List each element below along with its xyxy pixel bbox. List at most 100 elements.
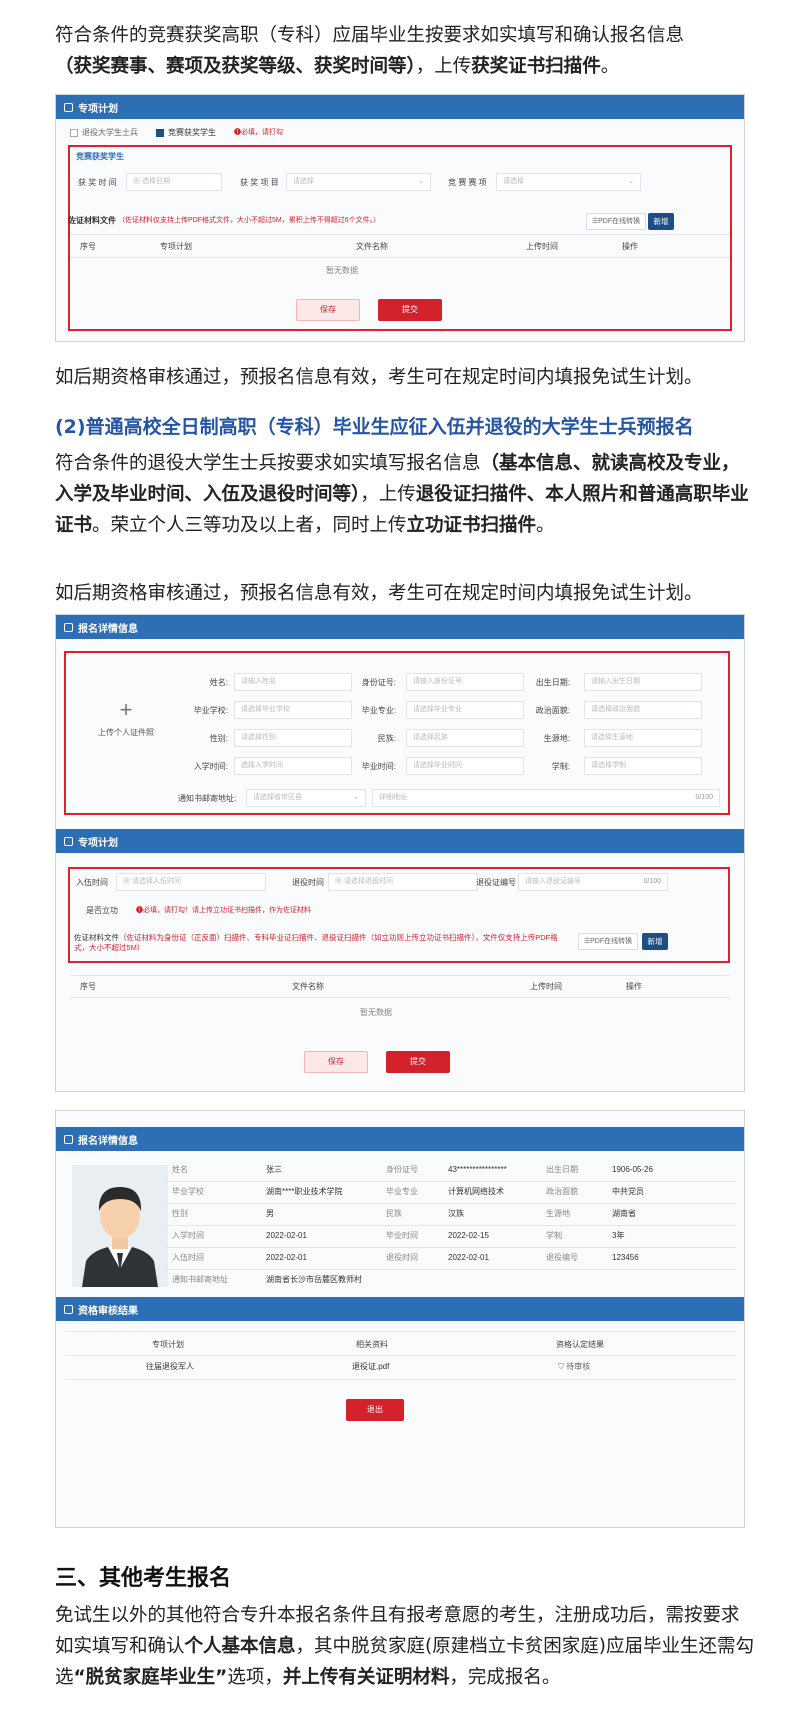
row-result-text: 待审核 bbox=[566, 1362, 591, 1371]
col-filename: 文件名称 bbox=[292, 982, 324, 991]
empty-text: 暂无数据 bbox=[326, 266, 358, 275]
checkbox-checked-icon[interactable] bbox=[156, 128, 164, 137]
retire-label: 退役时间 bbox=[292, 878, 324, 887]
form-input[interactable]: 请选择政治面貌 bbox=[584, 701, 702, 719]
detail-value: 湖南****职业技术学院 bbox=[266, 1187, 343, 1196]
after-paragraph-1: 如后期资格审核通过，预报名信息有效，考生可在规定时间内填报免试生计划。 bbox=[55, 367, 703, 388]
detail-key: 退役时间 bbox=[386, 1253, 418, 1262]
intro-line1: 符合条件的竞赛获奖高职（专科）应届毕业生按要求如实填写和确认报名信息 bbox=[55, 25, 685, 46]
required-hint: ❶必填，请打勾 bbox=[234, 129, 283, 136]
para2-b3: 立功证书扫描件 bbox=[406, 515, 537, 536]
form-input[interactable]: 请选择民族 bbox=[406, 729, 524, 747]
race-select[interactable]: 请选择 ⌄ bbox=[496, 173, 641, 191]
table-header-divider bbox=[70, 997, 730, 998]
para2-t3: 。荣立个人三等功及以上者，同时上传 bbox=[92, 515, 407, 536]
form-label: 生源地: bbox=[543, 734, 570, 743]
form-input[interactable]: 请选择生源地 bbox=[584, 729, 702, 747]
award-item-label: 获 奖 项 目 bbox=[240, 178, 279, 187]
award-time-label: 获 奖 时 间 bbox=[78, 178, 117, 187]
form-label: 入学时间: bbox=[193, 762, 228, 771]
form-input[interactable]: 请输入出生日期 bbox=[584, 673, 702, 691]
form-input[interactable]: 请选择毕业专业 bbox=[406, 701, 524, 719]
cert-input[interactable]: 请输入退役证编号 0/100 bbox=[518, 873, 668, 891]
save-button[interactable]: 保存 bbox=[296, 299, 360, 321]
detail-key: 民族 bbox=[386, 1209, 402, 1218]
form-input[interactable]: 请选择学制 bbox=[584, 757, 702, 775]
add-file-button[interactable]: 新增 bbox=[642, 933, 668, 950]
form-label: 姓名: bbox=[209, 678, 228, 687]
checkbox-veteran[interactable]: 退役大学生士兵 bbox=[70, 127, 138, 138]
col-result: 资格认定结果 bbox=[556, 1340, 604, 1349]
detail-value: 计算机网络技术 bbox=[448, 1187, 504, 1196]
form-input[interactable]: 请输入身份证号 bbox=[406, 673, 524, 691]
detail-key: 毕业学校 bbox=[172, 1187, 204, 1196]
detail-value: 张三 bbox=[266, 1165, 282, 1174]
detail-value: 湖南省 bbox=[612, 1209, 636, 1218]
form-input[interactable]: 请选择性别 bbox=[234, 729, 352, 747]
col-action: 操作 bbox=[626, 982, 642, 991]
pdf-convert-button[interactable]: ☰PDF在线转换 bbox=[578, 933, 638, 950]
chevron-down-icon: ⌄ bbox=[628, 178, 634, 185]
save-button[interactable]: 保存 bbox=[304, 1051, 368, 1073]
detail-key: 毕业专业 bbox=[386, 1187, 418, 1196]
form-placeholder: 请输入身份证号 bbox=[413, 678, 462, 685]
award-item-select[interactable]: 请选择 ⌄ bbox=[286, 173, 431, 191]
col-upload-time: 上传时间 bbox=[526, 242, 558, 251]
review-table-top bbox=[66, 1331, 736, 1332]
detail-icon bbox=[64, 1134, 73, 1144]
form-placeholder: 选择入学时间 bbox=[241, 762, 283, 769]
form-input[interactable]: 请选择毕业学校 bbox=[234, 701, 352, 719]
review-table-bottom bbox=[66, 1379, 736, 1380]
detail-key: 入伍时间 bbox=[172, 1253, 204, 1262]
enlist-input[interactable]: ▦ 请选择入伍时间 bbox=[116, 873, 266, 891]
pdf-convert-button[interactable]: ☰PDF在线转换 bbox=[586, 213, 646, 230]
form-placeholder: 请选择学制 bbox=[591, 762, 626, 769]
para3-b1: 个人基本信息 bbox=[184, 1636, 296, 1657]
para3-b3: 并上传有关证明材料 bbox=[282, 1667, 450, 1688]
photo-upload[interactable]: + 上传个人证件照 bbox=[76, 661, 176, 801]
special-plan-bar: 专项计划 bbox=[56, 829, 744, 853]
file-label: 佐证材料文件 bbox=[68, 216, 116, 225]
section-title: 竞赛获奖学生 bbox=[76, 152, 124, 161]
review-result-bar: 资格审核结果 bbox=[56, 1297, 744, 1321]
address-value: 湖南省长沙市岳麓区教师村 bbox=[266, 1275, 362, 1284]
detail-key: 入学时间 bbox=[172, 1231, 204, 1240]
form-label: 毕业学校: bbox=[193, 706, 228, 715]
form-input[interactable]: 请选择毕业时间 bbox=[406, 757, 524, 775]
form-placeholder: 请选择生源地 bbox=[591, 734, 633, 741]
award-time-input[interactable]: ▦ 选择日期 bbox=[126, 173, 222, 191]
address-detail-ph: 详细地址 bbox=[379, 794, 407, 801]
col-material: 相关资料 bbox=[356, 1340, 388, 1349]
add-file-button[interactable]: 新增 bbox=[648, 213, 674, 230]
address-select[interactable]: 请选择省市区县 ⌄ bbox=[246, 789, 366, 807]
checkbox-icon[interactable] bbox=[70, 128, 78, 137]
address-detail-input[interactable]: 详细地址 0/100 bbox=[372, 789, 720, 807]
form-placeholder: 请选择毕业学校 bbox=[241, 706, 290, 713]
submit-button[interactable]: 提交 bbox=[378, 299, 442, 321]
intro-bold2: 获奖证书扫描件 bbox=[471, 56, 601, 77]
form-input[interactable]: 选择入学时间 bbox=[234, 757, 352, 775]
detail-info-bar: 报名详情信息 bbox=[56, 1127, 744, 1151]
detail-key: 退役编号 bbox=[546, 1253, 578, 1262]
race-ph: 请选择 bbox=[503, 178, 524, 185]
detail-key: 出生日期 bbox=[546, 1165, 578, 1174]
form-label: 身份证号: bbox=[361, 678, 396, 687]
address-label: 通知书邮寄地址: bbox=[178, 794, 237, 803]
file-label: 佐证材料文件 bbox=[74, 933, 119, 942]
cert-count: 0/100 bbox=[643, 878, 661, 885]
exit-button[interactable]: 退出 bbox=[346, 1399, 404, 1421]
checkbox-competition[interactable]: 竞赛获奖学生 bbox=[156, 127, 216, 138]
detail-value: 3年 bbox=[612, 1231, 625, 1240]
submit-button[interactable]: 提交 bbox=[386, 1051, 450, 1073]
row-material-link[interactable]: 退役证.pdf bbox=[352, 1356, 389, 1378]
form-label: 性别: bbox=[209, 734, 228, 743]
cert-ph: 请输入退役证编号 bbox=[525, 878, 581, 885]
detail-value: 123456 bbox=[612, 1253, 639, 1262]
retire-input[interactable]: ▦ 请选择退役时间 bbox=[328, 873, 478, 891]
intro-paragraph: 符合条件的竞赛获奖高职（专科）应届毕业生按要求如实填写和确认报名信息 （获奖赛事… bbox=[55, 20, 755, 82]
para2-t1: 符合条件的退役大学生士兵按要求如实填写报名信息 bbox=[55, 453, 481, 474]
detail-key: 身份证号 bbox=[386, 1165, 418, 1174]
para3-t4: ，完成报名。 bbox=[449, 1667, 561, 1688]
form-input[interactable]: 请输入姓名 bbox=[234, 673, 352, 691]
form-label: 毕业时间: bbox=[361, 762, 396, 771]
